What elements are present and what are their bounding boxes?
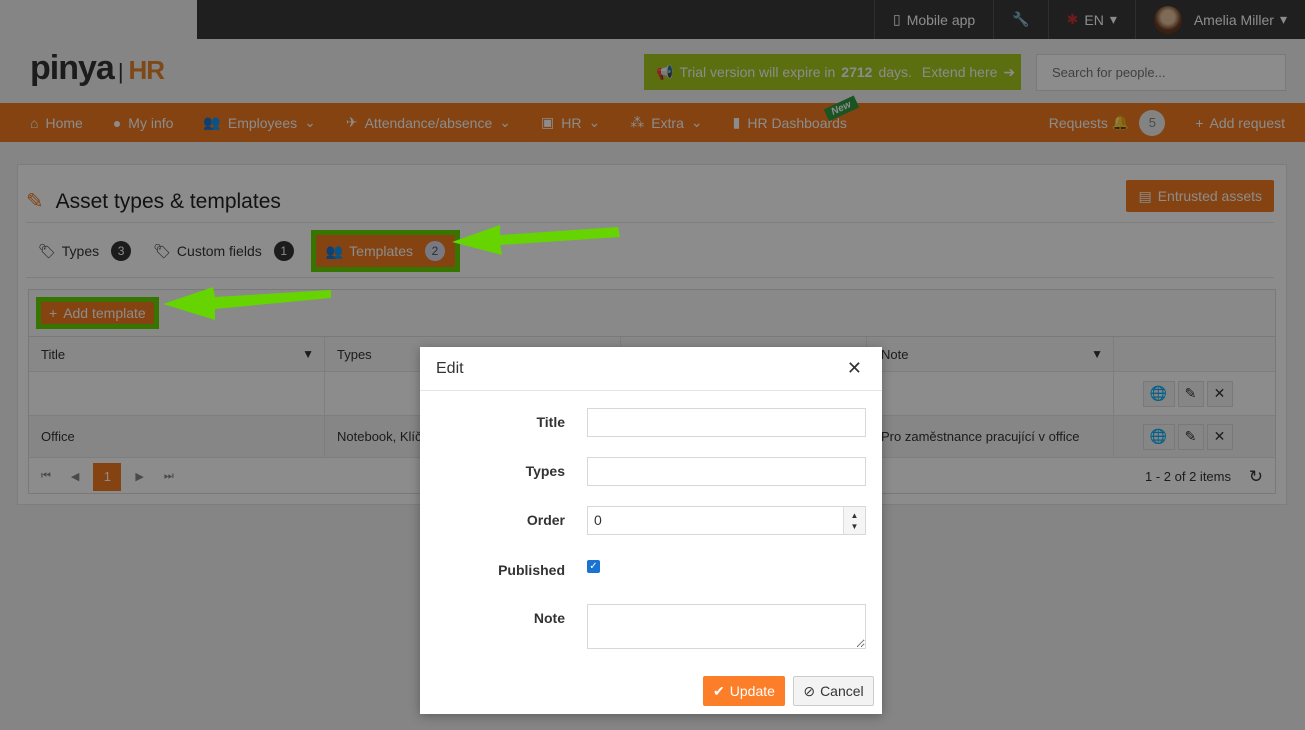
update-button[interactable]: ✔ Update xyxy=(703,676,785,706)
edit-modal: Edit ✕ Title Types Order 0 ▲ ▼ Published ✓ … xyxy=(420,347,882,714)
types-input[interactable] xyxy=(587,457,866,486)
types-label: Types xyxy=(525,463,565,479)
update-label: Update xyxy=(729,683,775,699)
cancel-label: Cancel xyxy=(820,683,864,699)
note-textarea[interactable] xyxy=(587,604,866,649)
order-value: 0 xyxy=(594,512,602,528)
close-icon[interactable]: ✕ xyxy=(847,358,862,379)
title-label: Title xyxy=(536,414,565,430)
title-input[interactable] xyxy=(587,408,866,437)
check-icon: ✔ xyxy=(713,682,725,699)
annotation-arrow xyxy=(452,225,620,255)
annotation-arrow xyxy=(163,287,331,320)
note-label: Note xyxy=(533,610,565,626)
published-label: Published xyxy=(498,562,565,578)
cancel-button[interactable]: ⊘ Cancel xyxy=(793,676,874,706)
modal-title: Edit xyxy=(436,359,464,377)
spin-arrows-icon[interactable]: ▲ ▼ xyxy=(843,507,865,534)
published-checkbox[interactable]: ✓ xyxy=(587,560,600,573)
ban-icon: ⊘ xyxy=(803,682,816,699)
order-label: Order xyxy=(526,512,565,528)
order-stepper[interactable]: 0 ▲ ▼ xyxy=(587,506,866,535)
